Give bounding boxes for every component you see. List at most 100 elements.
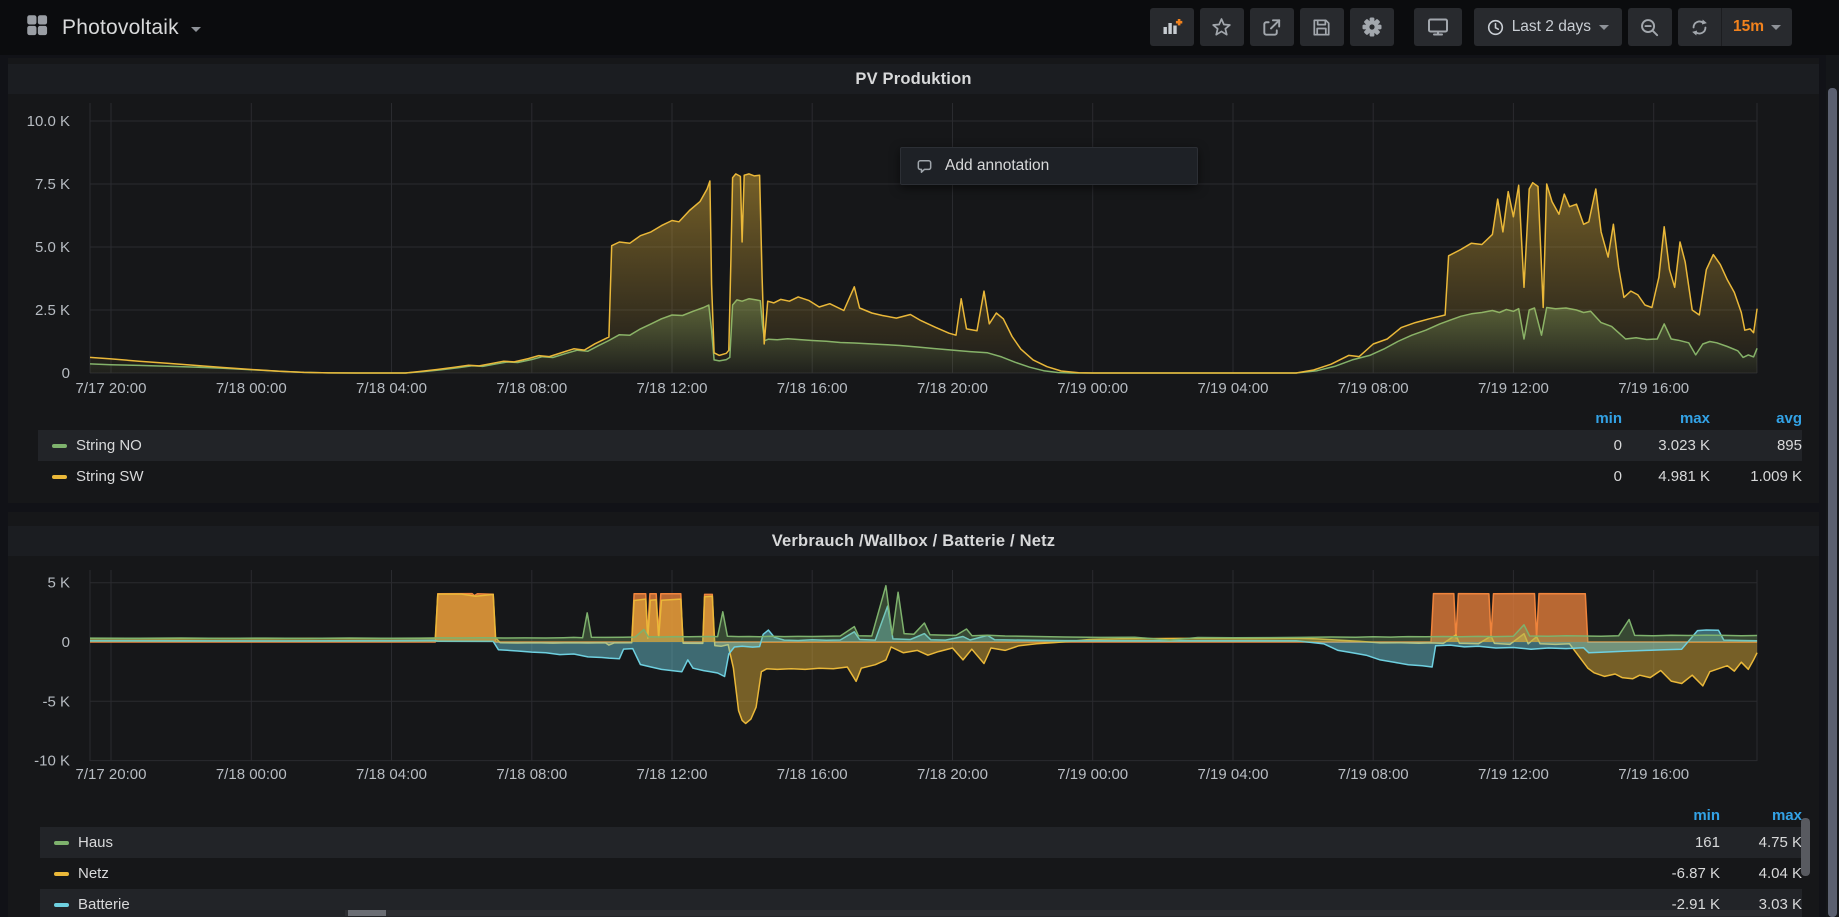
x-tick-label: 7/19 08:00 xyxy=(1338,766,1409,783)
add-panel-icon xyxy=(1159,15,1184,39)
time-range-picker[interactable]: Last 2 days xyxy=(1474,8,1622,46)
x-tick-label: 7/18 04:00 xyxy=(356,380,427,397)
y-tick-label: 0 xyxy=(62,634,70,651)
legend-series-label[interactable]: String NO xyxy=(76,437,142,454)
refresh-control: 15m xyxy=(1678,8,1792,46)
legend-stat-max: 4.75 K xyxy=(1720,834,1802,851)
legend-column-header-min[interactable]: min xyxy=(1542,410,1622,427)
legend-swatch[interactable] xyxy=(54,903,69,907)
add-panel-button[interactable] xyxy=(1150,8,1194,46)
legend-row-netz[interactable]: Netz-6.87 K4.04 K xyxy=(40,858,1802,889)
legend-column-header-max[interactable]: max xyxy=(1622,410,1710,427)
dashboard-title-group[interactable]: Photovoltaik xyxy=(24,0,201,55)
legend-column-header-max[interactable]: max xyxy=(1720,807,1802,824)
time-range-label: Last 2 days xyxy=(1512,18,1591,36)
legend-stat-max: 4.981 K xyxy=(1622,468,1710,485)
legend-series-label[interactable]: Haus xyxy=(78,834,113,851)
x-tick-label: 7/18 16:00 xyxy=(777,380,848,397)
y-tick-label: 10.0 K xyxy=(27,113,70,130)
horizontal-scrollbar-thumb[interactable] xyxy=(348,910,386,916)
refresh-button[interactable] xyxy=(1678,8,1721,46)
verbrauch-legend: minmaxHaus1614.75 KNetz-6.87 K4.04 KBatt… xyxy=(40,803,1802,917)
x-tick-label: 7/19 04:00 xyxy=(1198,380,1269,397)
legend-scrollbar-thumb[interactable] xyxy=(1801,818,1810,876)
x-tick-label: 7/19 16:00 xyxy=(1618,766,1689,783)
panel-title-verbrauch[interactable]: Verbrauch /Wallbox / Batterie / Netz xyxy=(772,532,1056,551)
legend-swatch[interactable] xyxy=(54,872,69,876)
y-tick-label: -5 K xyxy=(42,693,70,710)
legend-header: minmaxavg xyxy=(38,406,1802,430)
panel-header-verbrauch[interactable]: Verbrauch /Wallbox / Batterie / Netz xyxy=(8,526,1819,556)
dashboard-dropdown-caret[interactable] xyxy=(191,27,201,32)
x-tick-label: 7/17 20:00 xyxy=(76,766,147,783)
y-tick-label: 7.5 K xyxy=(35,176,70,193)
panel-title-pv[interactable]: PV Produktion xyxy=(855,70,971,89)
legend-stat-avg: 1.009 K xyxy=(1710,468,1802,485)
x-tick-label: 7/18 04:00 xyxy=(356,766,427,783)
legend-column-header-min[interactable]: min xyxy=(1610,807,1720,824)
toolbar: Last 2 days xyxy=(1144,8,1792,46)
time-range-caret xyxy=(1599,25,1609,30)
dashboard-title[interactable]: Photovoltaik xyxy=(62,16,179,40)
x-tick-label: 7/18 16:00 xyxy=(777,766,848,783)
horizontal-scrollbar-track[interactable] xyxy=(345,910,1770,916)
share-button[interactable] xyxy=(1250,8,1294,46)
pv-produktion-chart[interactable]: 7/17 20:007/18 00:007/18 04:007/18 08:00… xyxy=(0,90,1839,405)
save-button[interactable] xyxy=(1300,8,1344,46)
star-icon xyxy=(1210,16,1233,39)
x-tick-label: 7/19 12:00 xyxy=(1478,380,1549,397)
legend-column-header-avg[interactable]: avg xyxy=(1710,410,1802,427)
x-tick-label: 7/18 20:00 xyxy=(917,766,988,783)
star-button[interactable] xyxy=(1200,8,1244,46)
legend-row-string-sw[interactable]: String SW 04.981 K1.009 K xyxy=(38,461,1802,492)
pv-legend: minmaxavg String NO 03.023 K895 String SW 04… xyxy=(38,406,1802,492)
y-tick-label: 5 K xyxy=(47,575,70,592)
comment-bubble-icon xyxy=(915,157,934,176)
legend-header: minmax xyxy=(40,803,1802,827)
add-annotation-menu-item[interactable]: Add annotation xyxy=(900,147,1198,185)
y-tick-label: -10 K xyxy=(34,753,70,770)
x-tick-label: 7/19 00:00 xyxy=(1057,380,1128,397)
legend-stat-max: 4.04 K xyxy=(1720,865,1802,882)
x-tick-label: 7/19 08:00 xyxy=(1338,380,1409,397)
legend-row-string-no[interactable]: String NO 03.023 K895 xyxy=(38,430,1802,461)
x-tick-label: 7/19 16:00 xyxy=(1618,380,1689,397)
clock-icon xyxy=(1487,19,1504,36)
legend-row-haus[interactable]: Haus1614.75 K xyxy=(40,827,1802,858)
dashboard-grid-icon[interactable] xyxy=(24,12,50,43)
legend-series-label[interactable]: String SW xyxy=(76,468,144,485)
page-scrollbar-thumb[interactable] xyxy=(1828,88,1837,917)
legend-series-label[interactable]: Batterie xyxy=(78,896,130,913)
x-tick-label: 7/18 20:00 xyxy=(917,380,988,397)
monitor-icon xyxy=(1426,15,1450,39)
save-icon xyxy=(1310,16,1333,39)
zoom-out-icon xyxy=(1638,16,1661,39)
y-tick-label: 2.5 K xyxy=(35,302,70,319)
legend-swatch[interactable] xyxy=(54,841,69,845)
legend-swatch[interactable] xyxy=(52,444,67,448)
zoom-out-button[interactable] xyxy=(1628,8,1672,46)
tv-mode-button[interactable] xyxy=(1414,8,1462,46)
legend-stat-max: 3.023 K xyxy=(1622,437,1710,454)
navbar: Photovoltaik xyxy=(0,0,1839,55)
refresh-icon xyxy=(1689,17,1710,38)
legend-stat-min: 0 xyxy=(1542,468,1622,485)
gear-icon xyxy=(1360,15,1384,39)
x-tick-label: 7/19 04:00 xyxy=(1198,766,1269,783)
add-annotation-label: Add annotation xyxy=(945,157,1049,175)
x-tick-label: 7/18 08:00 xyxy=(496,380,567,397)
y-tick-label: 0 xyxy=(62,365,70,382)
grafana-dashboard: Photovoltaik xyxy=(0,0,1839,917)
y-tick-label: 5.0 K xyxy=(35,239,70,256)
legend-swatch[interactable] xyxy=(52,475,67,479)
x-tick-label: 7/18 12:00 xyxy=(637,380,708,397)
refresh-interval-dropdown[interactable]: 15m xyxy=(1721,8,1792,46)
refresh-interval-caret xyxy=(1771,25,1781,30)
legend-stat-min: 0 xyxy=(1542,437,1622,454)
settings-button[interactable] xyxy=(1350,8,1394,46)
legend-series-label[interactable]: Netz xyxy=(78,865,109,882)
verbrauch-chart[interactable]: 7/17 20:007/18 00:007/18 04:007/18 08:00… xyxy=(0,565,1839,800)
legend-stat-avg: 895 xyxy=(1710,437,1802,454)
refresh-interval-label: 15m xyxy=(1733,18,1764,36)
x-tick-label: 7/18 00:00 xyxy=(216,380,287,397)
